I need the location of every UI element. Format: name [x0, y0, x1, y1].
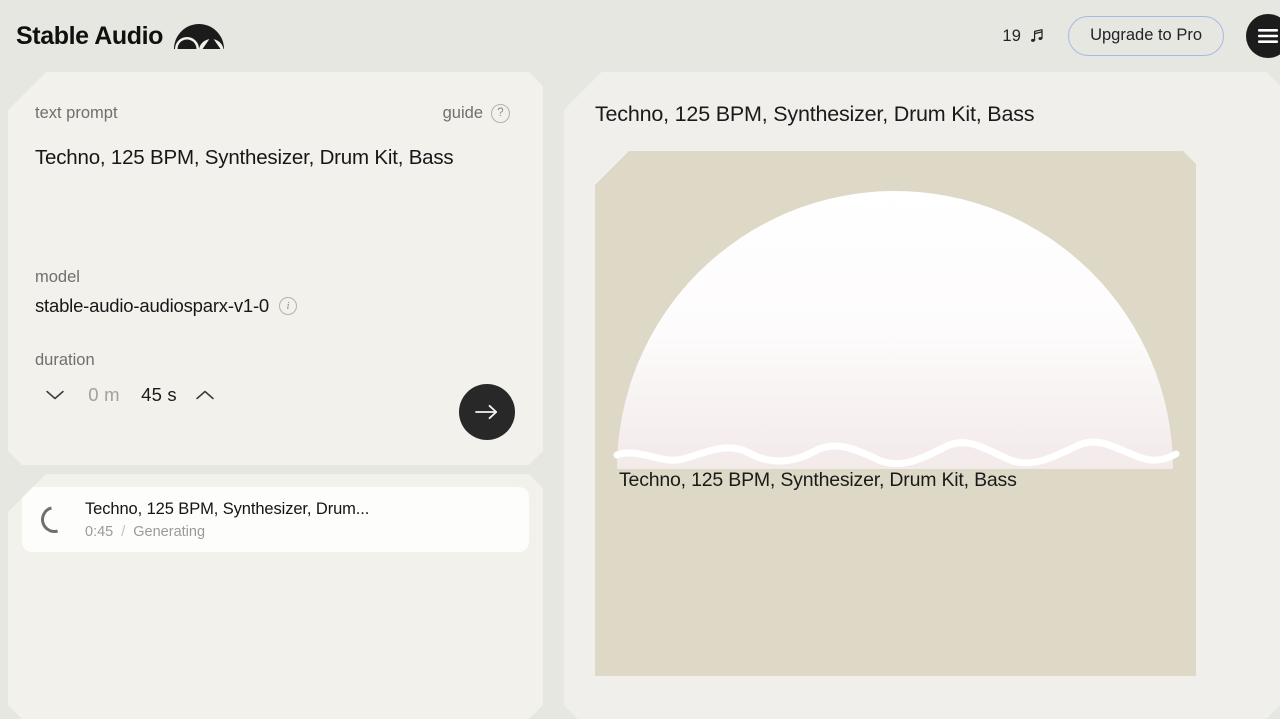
credits-count: 19 — [1002, 27, 1021, 46]
upgrade-to-pro-button[interactable]: Upgrade to Pro — [1068, 16, 1224, 56]
model-field: model stable-audio-audiosparx-v1-0 i — [35, 268, 510, 317]
duration-decrease-button[interactable] — [35, 378, 75, 412]
composer-column: text prompt guide ? Techno, 125 BPM, Syn… — [8, 72, 543, 719]
prompt-card: text prompt guide ? Techno, 125 BPM, Syn… — [8, 72, 543, 465]
chevron-down-icon — [45, 389, 65, 401]
list-item[interactable]: Techno, 125 BPM, Synthesizer, Drum... 0:… — [22, 487, 529, 552]
brand-name: Stable Audio — [16, 22, 163, 51]
credits-indicator[interactable]: 19 — [1002, 27, 1046, 46]
header-actions: 19 Upgrade to Pro — [1002, 14, 1280, 58]
prompt-header: text prompt guide ? — [35, 104, 510, 123]
hamburger-menu-button[interactable] — [1246, 14, 1280, 58]
track-duration: 0:45 — [85, 524, 113, 540]
chevron-up-icon — [195, 389, 215, 401]
duration-label: duration — [35, 351, 510, 370]
page-title: Techno, 125 BPM, Synthesizer, Drum Kit, … — [595, 102, 1280, 127]
model-label: model — [35, 268, 510, 287]
guide-link[interactable]: guide ? — [443, 104, 510, 123]
track-separator: / — [121, 524, 125, 540]
artwork-caption: Techno, 125 BPM, Synthesizer, Drum Kit, … — [619, 469, 1017, 492]
arrow-right-icon — [474, 403, 500, 421]
duration-seconds-value[interactable]: 45 s — [133, 384, 185, 406]
track-status-row: 0:45 / Generating — [85, 524, 369, 540]
dome-waveform-artwork-icon — [595, 169, 1196, 469]
music-note-icon — [1028, 27, 1046, 45]
model-value[interactable]: stable-audio-audiosparx-v1-0 — [35, 295, 269, 317]
detail-panel: Techno, 125 BPM, Synthesizer, Drum Kit, … — [564, 72, 1280, 719]
stable-audio-dome-logo-icon — [174, 23, 224, 49]
duration-field: duration 0 m 45 s — [35, 351, 510, 412]
duration-minutes-value[interactable]: 0 m — [75, 384, 133, 406]
brand-logo[interactable]: Stable Audio — [16, 22, 224, 51]
guide-label: guide — [443, 104, 483, 123]
loading-spinner-icon — [36, 501, 73, 538]
app-header: Stable Audio 19 Upgrade to — [0, 0, 1280, 72]
artwork-card[interactable]: Techno, 125 BPM, Synthesizer, Drum Kit, … — [595, 151, 1196, 676]
main-stage: text prompt guide ? Techno, 125 BPM, Syn… — [0, 72, 1280, 719]
status-badge: Generating — [133, 524, 205, 540]
duration-stepper: 0 m 45 s — [35, 378, 510, 412]
duration-increase-button[interactable] — [185, 378, 225, 412]
hamburger-menu-icon — [1257, 28, 1279, 44]
model-row: model stable-audio-audiosparx-v1-0 i — [35, 268, 510, 317]
prompt-input[interactable]: Techno, 125 BPM, Synthesizer, Drum Kit, … — [35, 144, 510, 244]
info-circle-icon[interactable]: i — [279, 297, 297, 315]
generate-button[interactable] — [459, 384, 515, 440]
text-prompt-label: text prompt — [35, 104, 118, 123]
question-mark-circle-icon: ? — [491, 104, 510, 123]
track-title: Techno, 125 BPM, Synthesizer, Drum... — [85, 500, 369, 519]
track-meta: Techno, 125 BPM, Synthesizer, Drum... 0:… — [85, 500, 369, 540]
results-panel: Techno, 125 BPM, Synthesizer, Drum... 0:… — [8, 474, 543, 719]
